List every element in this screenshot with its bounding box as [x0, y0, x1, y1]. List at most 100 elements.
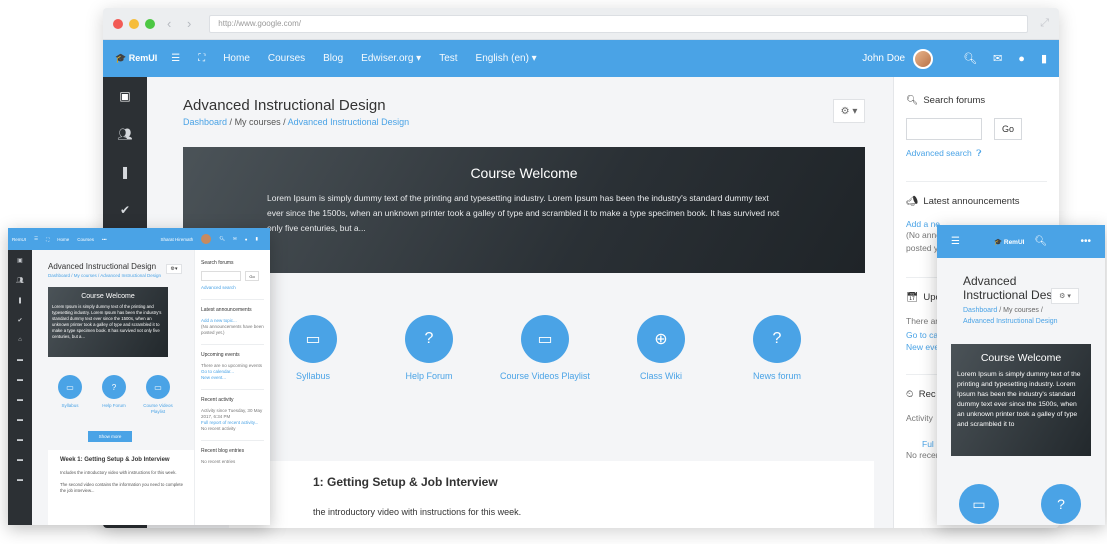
fullscreen-toggle-icon[interactable]: ⛶: [198, 53, 205, 64]
rail-competencies-icon[interactable]: ✔: [8, 310, 32, 330]
advanced-search-link[interactable]: Advanced search ❓︎: [906, 148, 1047, 159]
go-button[interactable]: Go: [245, 271, 259, 281]
maximize-window-icon[interactable]: [145, 18, 155, 29]
nav-link-edwiser[interactable]: Edwiser.org ▾: [361, 53, 421, 64]
gear-icon[interactable]: ⚙ ▾: [833, 99, 865, 123]
activity-list: ▭ Syllabus ? Help Forum ▭ Course Videos …: [48, 375, 188, 415]
rail-folder-icon[interactable]: ▬: [8, 370, 32, 390]
gear-icon[interactable]: ⚙ ▾: [1051, 288, 1079, 304]
avatar[interactable]: [913, 48, 934, 69]
nav-link-home[interactable]: Home: [57, 237, 69, 242]
laptop-right-sidebar: Search forums Go Advanced search Latest …: [194, 250, 270, 525]
wiki-icon: ⊕: [637, 315, 685, 363]
nav-link-courses[interactable]: Courses: [268, 53, 305, 64]
go-button[interactable]: Go: [994, 118, 1022, 140]
address-bar[interactable]: http://www.google.com/: [209, 14, 1029, 33]
activity-course-videos[interactable]: ▭ Course Videos Playlist: [487, 315, 603, 381]
bell-icon[interactable]: ●: [1018, 53, 1025, 65]
breadcrumb: Dashboard / My courses / Advanced Instru…: [183, 117, 410, 127]
rail-course-icon[interactable]: ▣: [103, 77, 147, 115]
user-name[interactable]: Sharat Hiremath: [161, 237, 194, 242]
forum-icon: ?: [102, 375, 126, 399]
hero-text: Lorem Ipsum is simply dummy text of the …: [267, 193, 780, 233]
breadcrumb-my-courses[interactable]: My courses: [235, 117, 281, 127]
nav-link-courses[interactable]: Courses: [77, 237, 94, 242]
gear-icon[interactable]: ⚙▾: [166, 264, 182, 274]
rail-participants-icon[interactable]: 👥︎: [103, 115, 147, 153]
rail-participants-icon[interactable]: 👥︎: [8, 270, 32, 290]
chat-icon[interactable]: ▮: [1041, 52, 1047, 65]
activity-course-videos[interactable]: ▭ Course Videos Playlist: [136, 375, 180, 415]
bell-icon[interactable]: ●: [245, 237, 248, 242]
search-forums-heading: 🔍︎ Search forums: [906, 95, 986, 106]
forum-icon: ?: [753, 315, 801, 363]
nav-link-home[interactable]: Home: [223, 53, 250, 64]
search-icon[interactable]: 🔍︎: [1034, 236, 1047, 247]
search-forums-input[interactable]: [906, 118, 982, 140]
avatar[interactable]: [201, 234, 212, 244]
search-icon[interactable]: 🔍︎: [219, 236, 225, 242]
activity-syllabus[interactable]: ▭ Syllabus: [255, 315, 371, 381]
user-name[interactable]: John Doe: [862, 53, 905, 64]
monitor-icon: ▭: [521, 315, 569, 363]
mail-icon[interactable]: ✉: [993, 52, 1002, 65]
activity-list: ▭ Syllabus ? Help Forum ▭ Course Videos …: [255, 315, 857, 381]
monitor-icon[interactable]: ▭: [959, 484, 999, 524]
week-section: Week 1: Getting Setup & Job Interview In…: [48, 450, 198, 525]
hamburger-icon[interactable]: ☰: [34, 236, 38, 242]
activity-class-wiki[interactable]: ⊕ Class Wiki: [603, 315, 719, 381]
week-text: the introductory video with instructions…: [313, 507, 522, 517]
rail-home-icon[interactable]: ⌂: [8, 330, 32, 350]
rail-folder-icon[interactable]: ▬: [8, 450, 32, 470]
help-icon[interactable]: ❓︎: [976, 148, 981, 158]
language-menu[interactable]: English (en) ▾: [476, 53, 537, 64]
hamburger-icon[interactable]: ☰: [951, 236, 960, 247]
close-window-icon[interactable]: [113, 18, 123, 29]
phone-course-main: Advanced Instructional Des Dashboard / M…: [937, 258, 1105, 525]
nav-link-blog[interactable]: Blog: [323, 53, 343, 64]
phone-mockup: ☰ 🎓 RemUI 🔍︎ ••• Advanced Instructional …: [937, 225, 1105, 525]
rail-folder-icon[interactable]: ▬: [8, 390, 32, 410]
activity-news-forum[interactable]: ? News forum: [719, 315, 835, 381]
fullscreen-icon[interactable]: ⤢: [1040, 17, 1049, 30]
search-forums-input[interactable]: [201, 271, 241, 281]
breadcrumb: Dashboard / My courses / Advanced Instru…: [963, 307, 1058, 325]
rail-competencies-icon[interactable]: ✔: [103, 191, 147, 229]
monitor-icon: ▭: [58, 375, 82, 399]
rail-badges-icon[interactable]: ❚: [8, 290, 32, 310]
back-forward-icon[interactable]: ‹ ›: [167, 16, 197, 31]
laptop-left-rail: ▣ 👥︎ ❚ ✔ ⌂ ▬ ▬ ▬ ▬ ▬ ▬ ▬: [8, 250, 32, 525]
chat-icon[interactable]: ▮: [256, 236, 258, 242]
activity-help-forum[interactable]: ? Help Forum: [92, 375, 136, 415]
week-title: 1: Getting Setup & Job Interview: [313, 475, 498, 489]
brand-logo[interactable]: 🎓 RemUI: [115, 53, 157, 64]
forum-icon[interactable]: ?: [1041, 484, 1081, 524]
hero-title: Course Welcome: [470, 165, 578, 181]
mail-icon[interactable]: ✉: [233, 236, 237, 242]
advanced-search-link[interactable]: Advanced search: [201, 285, 264, 291]
rail-course-icon[interactable]: ▣: [8, 250, 32, 270]
fullscreen-toggle-icon[interactable]: ⛶: [46, 237, 49, 242]
rail-folder-icon[interactable]: ▬: [8, 430, 32, 450]
laptop-brand[interactable]: RemUI: [12, 237, 26, 242]
phone-brand[interactable]: 🎓 RemUI: [994, 238, 1025, 246]
show-more-button[interactable]: Show more: [88, 431, 132, 442]
minimize-window-icon[interactable]: [129, 18, 139, 29]
rail-folder-icon[interactable]: ▬: [8, 470, 32, 490]
laptop-course-main: Advanced Instructional Design Dashboard …: [32, 250, 198, 525]
more-icon[interactable]: •••: [102, 237, 107, 242]
search-icon[interactable]: 🔍︎: [963, 52, 977, 65]
rail-folder-icon[interactable]: ▬: [8, 350, 32, 370]
activity-help-forum[interactable]: ? Help Forum: [371, 315, 487, 381]
monitor-icon: ▭: [146, 375, 170, 399]
activity-syllabus[interactable]: ▭ Syllabus: [48, 375, 92, 415]
hamburger-icon[interactable]: ☰: [171, 53, 180, 64]
breadcrumb-dashboard[interactable]: Dashboard: [183, 117, 227, 127]
breadcrumb-current[interactable]: Advanced Instructional Design: [288, 117, 410, 127]
more-icon[interactable]: •••: [1080, 236, 1091, 247]
rail-badges-icon[interactable]: ❚: [103, 153, 147, 191]
nav-link-test[interactable]: Test: [439, 53, 457, 64]
rail-folder-icon[interactable]: ▬: [8, 410, 32, 430]
top-navbar: 🎓 RemUI ☰ ⛶ Home Courses Blog Edwiser.or…: [103, 40, 1059, 77]
week-section: 1: Getting Setup & Job Interview the int…: [229, 461, 874, 528]
